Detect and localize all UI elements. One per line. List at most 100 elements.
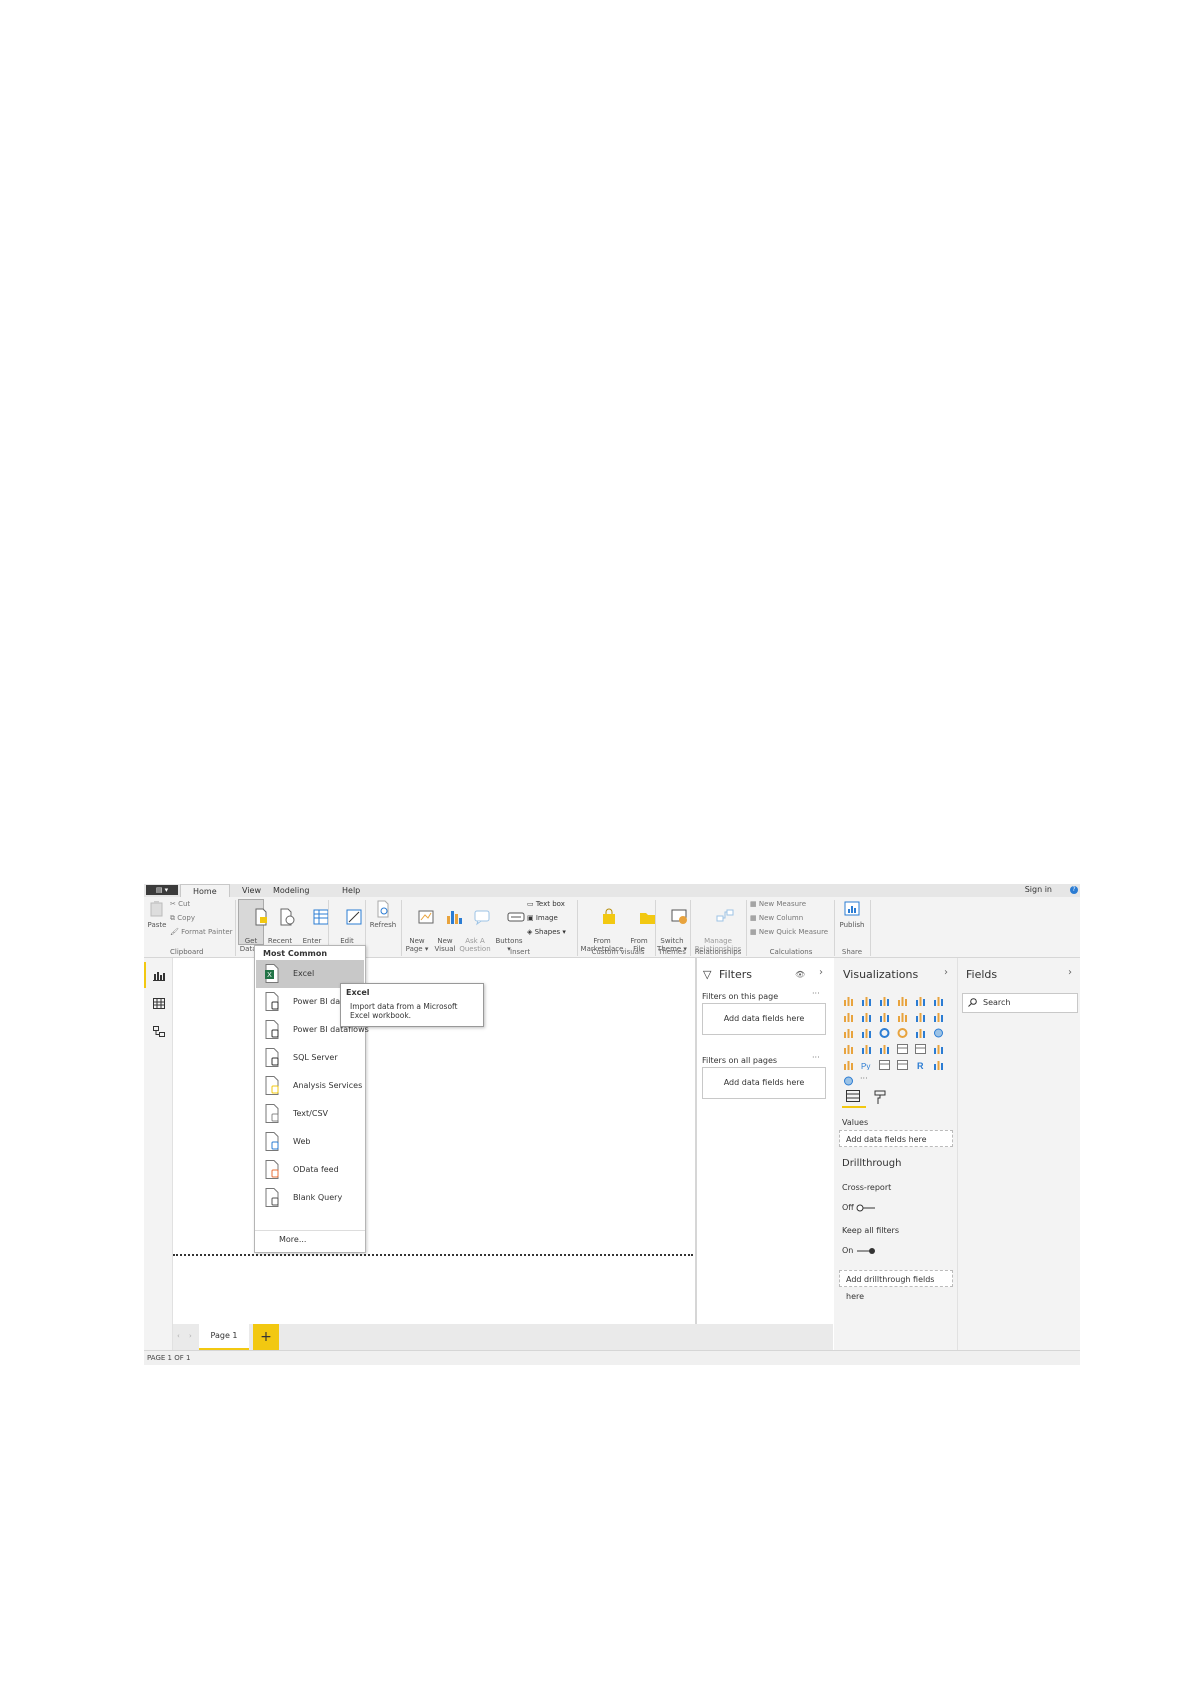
multi-row-card-visual-icon[interactable] — [915, 1044, 926, 1054]
recent-sources-icon — [280, 908, 295, 926]
fields-well-icon[interactable] — [846, 1090, 860, 1102]
map-visual-icon[interactable] — [933, 1028, 944, 1038]
model-view-icon[interactable] — [153, 1026, 165, 1037]
new-measure-button[interactable]: ▦ New Measure — [750, 900, 806, 909]
edit-queries-icon — [346, 909, 362, 925]
cross-report-toggle[interactable]: Off — [842, 1203, 876, 1212]
format-painter-button[interactable]: 🖌 Format Painter — [170, 928, 233, 937]
tab-help[interactable]: Help — [342, 884, 360, 897]
filters-on-page-label: Filters on this page — [702, 992, 779, 1001]
area-visual-icon[interactable] — [861, 1012, 872, 1022]
sign-in-link[interactable]: Sign in — [1025, 884, 1052, 896]
scroll-left-icon[interactable]: ‹ — [177, 1332, 180, 1340]
matrix-visual-icon[interactable] — [897, 1060, 908, 1070]
report-view-icon[interactable] — [153, 970, 165, 981]
slicer-visual-icon[interactable] — [843, 1060, 854, 1070]
stacked-bar-visual-icon[interactable] — [843, 996, 854, 1006]
shapes-button[interactable]: ◈ Shapes ▾ — [527, 928, 566, 937]
gauge-visual-icon[interactable] — [879, 1044, 890, 1054]
image-icon: ▣ — [527, 914, 536, 922]
cube-icon — [265, 1076, 279, 1095]
more-sources-link[interactable]: More... — [279, 1235, 306, 1244]
clustered-column-visual-icon[interactable] — [897, 996, 908, 1006]
arcgis-visual-icon[interactable] — [843, 1076, 854, 1086]
dropdown-item-blank-query[interactable]: Blank Query — [256, 1184, 364, 1212]
tab-home[interactable]: Home — [180, 884, 230, 898]
table-visual-icon[interactable] — [879, 1060, 890, 1070]
filters-pane: ▽ Filters 👁 › Filters on this page ··· A… — [695, 958, 836, 1324]
more-visuals-icon[interactable]: ··· — [860, 1074, 868, 1083]
pie-visual-icon[interactable] — [879, 1028, 890, 1038]
scroll-right-icon[interactable]: › — [189, 1332, 192, 1340]
chevron-right-icon[interactable]: › — [944, 967, 948, 978]
card-visual-icon[interactable] — [897, 1044, 908, 1054]
funnel-visual-icon[interactable] — [861, 1044, 872, 1054]
waterfall-visual-icon[interactable] — [843, 1028, 854, 1038]
dropdown-item-odata-feed[interactable]: OData feed — [256, 1156, 364, 1184]
donut-visual-icon[interactable] — [897, 1028, 908, 1038]
svg-text:R: R — [917, 1061, 924, 1070]
file-menu-button[interactable]: ▤ ▾ — [146, 885, 178, 895]
more-options-icon[interactable]: ··· — [812, 1053, 820, 1062]
copy-button[interactable]: ⧉ Copy — [170, 914, 195, 923]
add-page-button[interactable]: + — [253, 1324, 279, 1350]
kpi-visual-icon[interactable] — [933, 1044, 944, 1054]
tooltip-description: Import data from a Microsoft Excel workb… — [350, 1002, 458, 1020]
ribbon-separator — [834, 900, 835, 956]
dropdown-item-sql-server[interactable]: SQL Server — [256, 1044, 364, 1072]
stacked-area-visual-icon[interactable] — [879, 1012, 890, 1022]
data-view-icon[interactable] — [153, 998, 165, 1009]
globe-icon — [265, 1132, 279, 1151]
line-column-visual-icon[interactable] — [897, 1012, 908, 1022]
refresh-button[interactable]: Refresh — [368, 900, 398, 929]
image-button[interactable]: ▣ Image — [527, 914, 558, 923]
keep-all-filters-toggle[interactable]: On — [842, 1246, 876, 1255]
eye-icon[interactable]: 👁 — [795, 970, 805, 979]
treemap-visual-icon[interactable] — [915, 1028, 926, 1038]
help-icon[interactable]: ? — [1070, 886, 1078, 894]
cross-report-label: Cross-report — [842, 1183, 892, 1192]
sql-server-icon — [265, 1048, 279, 1067]
line-visual-icon[interactable] — [843, 1012, 854, 1022]
100-column-visual-icon[interactable] — [933, 996, 944, 1006]
get-data-button[interactable]: Get Data ▾ — [238, 899, 268, 953]
ribbon-separator — [235, 900, 236, 956]
python-visual-icon[interactable]: Py — [861, 1060, 872, 1070]
blank-query-icon — [265, 1188, 279, 1207]
cut-button[interactable]: ✂ Cut — [170, 900, 190, 909]
page-tab-1[interactable]: Page 1 — [199, 1324, 249, 1350]
page-filter-drop-zone[interactable]: Add data fields here — [702, 1003, 826, 1035]
paste-button[interactable]: Paste — [146, 900, 168, 929]
tab-view[interactable]: View — [242, 884, 261, 897]
new-column-button[interactable]: ▦ New Column — [750, 914, 803, 923]
text-box-button[interactable]: ▭ Text box — [527, 900, 565, 909]
values-drop-zone[interactable]: Add data fields here — [839, 1130, 953, 1147]
filters-title: Filters — [719, 968, 752, 981]
line-clustered-visual-icon[interactable] — [915, 1012, 926, 1022]
chevron-right-icon[interactable]: › — [1068, 967, 1072, 978]
dropdown-item-analysis-services[interactable]: Analysis Services — [256, 1072, 364, 1100]
all-pages-filter-drop-zone[interactable]: Add data fields here — [702, 1067, 826, 1099]
status-bar: PAGE 1 OF 1 — [144, 1350, 1080, 1365]
ribbon-separator — [746, 900, 747, 956]
chevron-right-icon[interactable]: › — [819, 967, 823, 978]
publish-button[interactable]: Publish — [837, 900, 867, 929]
100-bar-visual-icon[interactable] — [915, 996, 926, 1006]
drillthrough-drop-zone[interactable]: Add drillthrough fields here — [839, 1270, 953, 1301]
paint-roller-icon[interactable] — [874, 1090, 886, 1104]
button-icon — [507, 912, 525, 922]
stacked-column-visual-icon[interactable] — [861, 996, 872, 1006]
clustered-bar-visual-icon[interactable] — [879, 996, 890, 1006]
filled-map-visual-icon[interactable] — [843, 1044, 854, 1054]
tab-modeling[interactable]: Modeling — [273, 884, 309, 897]
excel-icon: X — [265, 964, 279, 983]
ribbon-visual-icon[interactable] — [933, 1012, 944, 1022]
dropdown-item-text-csv[interactable]: Text/CSV — [256, 1100, 364, 1128]
new-quick-measure-button[interactable]: ▦ New Quick Measure — [750, 928, 828, 937]
scatter-visual-icon[interactable] — [861, 1028, 872, 1038]
r-script-visual-icon[interactable]: R — [915, 1060, 926, 1070]
decomposition-visual-icon[interactable] — [933, 1060, 944, 1070]
fields-search-input[interactable]: Search — [962, 993, 1078, 1013]
more-options-icon[interactable]: ··· — [812, 989, 820, 998]
dropdown-item-web[interactable]: Web — [256, 1128, 364, 1156]
